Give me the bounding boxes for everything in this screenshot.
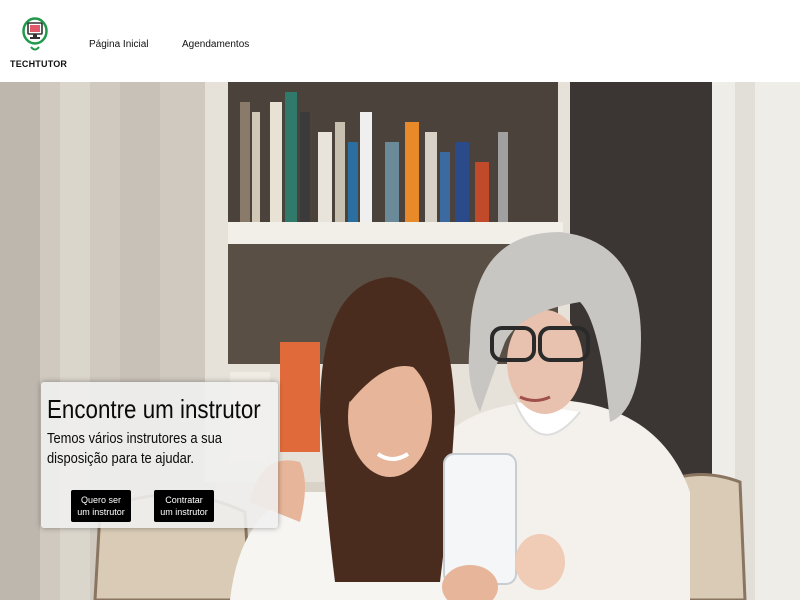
computer-monitor-icon xyxy=(22,17,48,51)
hero-title: Encontre um instrutor xyxy=(47,394,261,424)
hero-banner: Encontre um instrutor Temos vários instr… xyxy=(0,82,800,600)
site-header: TECHTUTOR Página Inicial Agendamentos xyxy=(0,0,800,82)
logo-text: TECHTUTOR xyxy=(10,59,68,69)
become-instructor-button[interactable]: Quero ser um instrutor xyxy=(71,490,131,522)
hero-description: Temos vários instrutores a sua disposiçã… xyxy=(47,430,222,467)
hire-instructor-button[interactable]: Contratar um instrutor xyxy=(154,490,214,522)
nav-link-home[interactable]: Página Inicial xyxy=(89,39,148,50)
nav-link-schedules[interactable]: Agendamentos xyxy=(182,39,249,50)
techtutor-logo[interactable]: TECHTUTOR xyxy=(10,15,68,71)
hero-card: Encontre um instrutor Temos vários instr… xyxy=(41,382,278,528)
